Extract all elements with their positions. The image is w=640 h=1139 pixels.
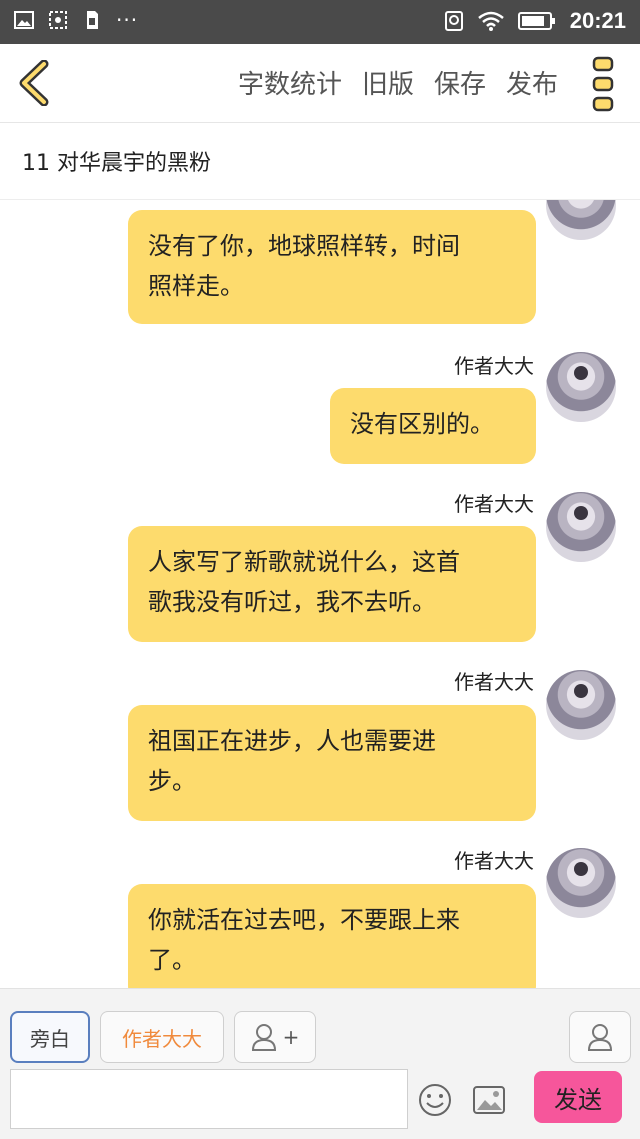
author-name: 作者大大 xyxy=(454,670,534,694)
message-line: 人家写了新歌就说什么，这首 xyxy=(148,548,460,576)
top-bar: 字数统计 旧版 保存 发布 xyxy=(0,44,640,123)
role-author-button[interactable]: 作者大大 xyxy=(100,1011,224,1063)
message-bubble[interactable]: 没有了你，地球照样转，时间 照样走。 xyxy=(128,210,536,324)
author-name: 作者大大 xyxy=(454,849,534,873)
author-name: 作者大大 xyxy=(454,492,534,516)
save-button[interactable]: 保存 xyxy=(434,64,486,101)
emoji-icon[interactable] xyxy=(418,1083,452,1117)
message-line: 步。 xyxy=(148,767,196,795)
avatar[interactable] xyxy=(546,848,616,918)
old-version-button[interactable]: 旧版 xyxy=(362,64,414,101)
wifi-icon xyxy=(477,11,504,31)
message-bubble[interactable]: 你就活在过去吧，不要跟上来 了。 xyxy=(128,884,536,988)
chapter-header: 11 对华晨宇的黑粉 xyxy=(0,123,640,200)
message-list[interactable]: 没有了你，地球照样转，时间 照样走。 作者大大 没有区别的。 作者大大 人家写了… xyxy=(0,200,640,988)
chapter-title[interactable]: 11 对华晨宇的黑粉 xyxy=(22,145,211,177)
role-author-label: 作者大大 xyxy=(122,1026,202,1051)
person-icon xyxy=(587,1024,613,1051)
sim-icon xyxy=(87,11,98,29)
avatar[interactable] xyxy=(546,200,616,240)
photo-icon xyxy=(49,11,67,29)
publish-button[interactable]: 发布 xyxy=(506,64,558,101)
message-bubble[interactable]: 人家写了新歌就说什么，这首 歌我没有听过，我不去听。 xyxy=(128,526,536,642)
message-bubble[interactable]: 没有区别的。 xyxy=(330,388,536,464)
status-bar: ··· 20:21 xyxy=(0,0,640,44)
send-label: 发送 xyxy=(554,1085,602,1114)
image-icon xyxy=(14,11,34,29)
more-dots-icon: ··· xyxy=(116,8,139,32)
message-bubble[interactable]: 祖国正在进步，人也需要进 步。 xyxy=(128,705,536,821)
location-icon xyxy=(444,11,463,31)
avatar[interactable] xyxy=(546,670,616,740)
status-time: 20:21 xyxy=(569,8,626,33)
add-role-button[interactable]: + xyxy=(234,1011,316,1063)
avatar[interactable] xyxy=(546,352,616,422)
role-aside-button[interactable]: 旁白 xyxy=(10,1011,90,1063)
message-line: 你就活在过去吧，不要跟上来 xyxy=(148,906,460,934)
vertical-dots-icon[interactable] xyxy=(592,56,614,112)
message-input[interactable] xyxy=(10,1069,408,1129)
message-line: 祖国正在进步，人也需要进 xyxy=(148,727,436,755)
message-line: 歌我没有听过，我不去听。 xyxy=(148,588,436,616)
role-aside-label: 旁白 xyxy=(30,1026,70,1051)
message-line: 没有区别的。 xyxy=(350,410,494,438)
person-button[interactable] xyxy=(569,1011,631,1063)
chevron-left-icon[interactable] xyxy=(16,60,52,106)
message-line: 了。 xyxy=(148,946,196,974)
message-line: 没有了你，地球照样转，时间 xyxy=(148,232,460,260)
add-role-symbol: + xyxy=(282,1025,300,1049)
battery-icon xyxy=(517,12,555,30)
send-button[interactable]: 发送 xyxy=(534,1071,622,1123)
avatar[interactable] xyxy=(546,492,616,562)
image-icon[interactable] xyxy=(472,1085,506,1115)
message-line: 照样走。 xyxy=(148,272,244,300)
composer-bar: 旁白 作者大大 + 发送 xyxy=(0,988,640,1139)
author-name: 作者大大 xyxy=(454,354,534,378)
word-count-button[interactable]: 字数统计 xyxy=(238,64,342,101)
person-add-icon xyxy=(251,1024,276,1051)
